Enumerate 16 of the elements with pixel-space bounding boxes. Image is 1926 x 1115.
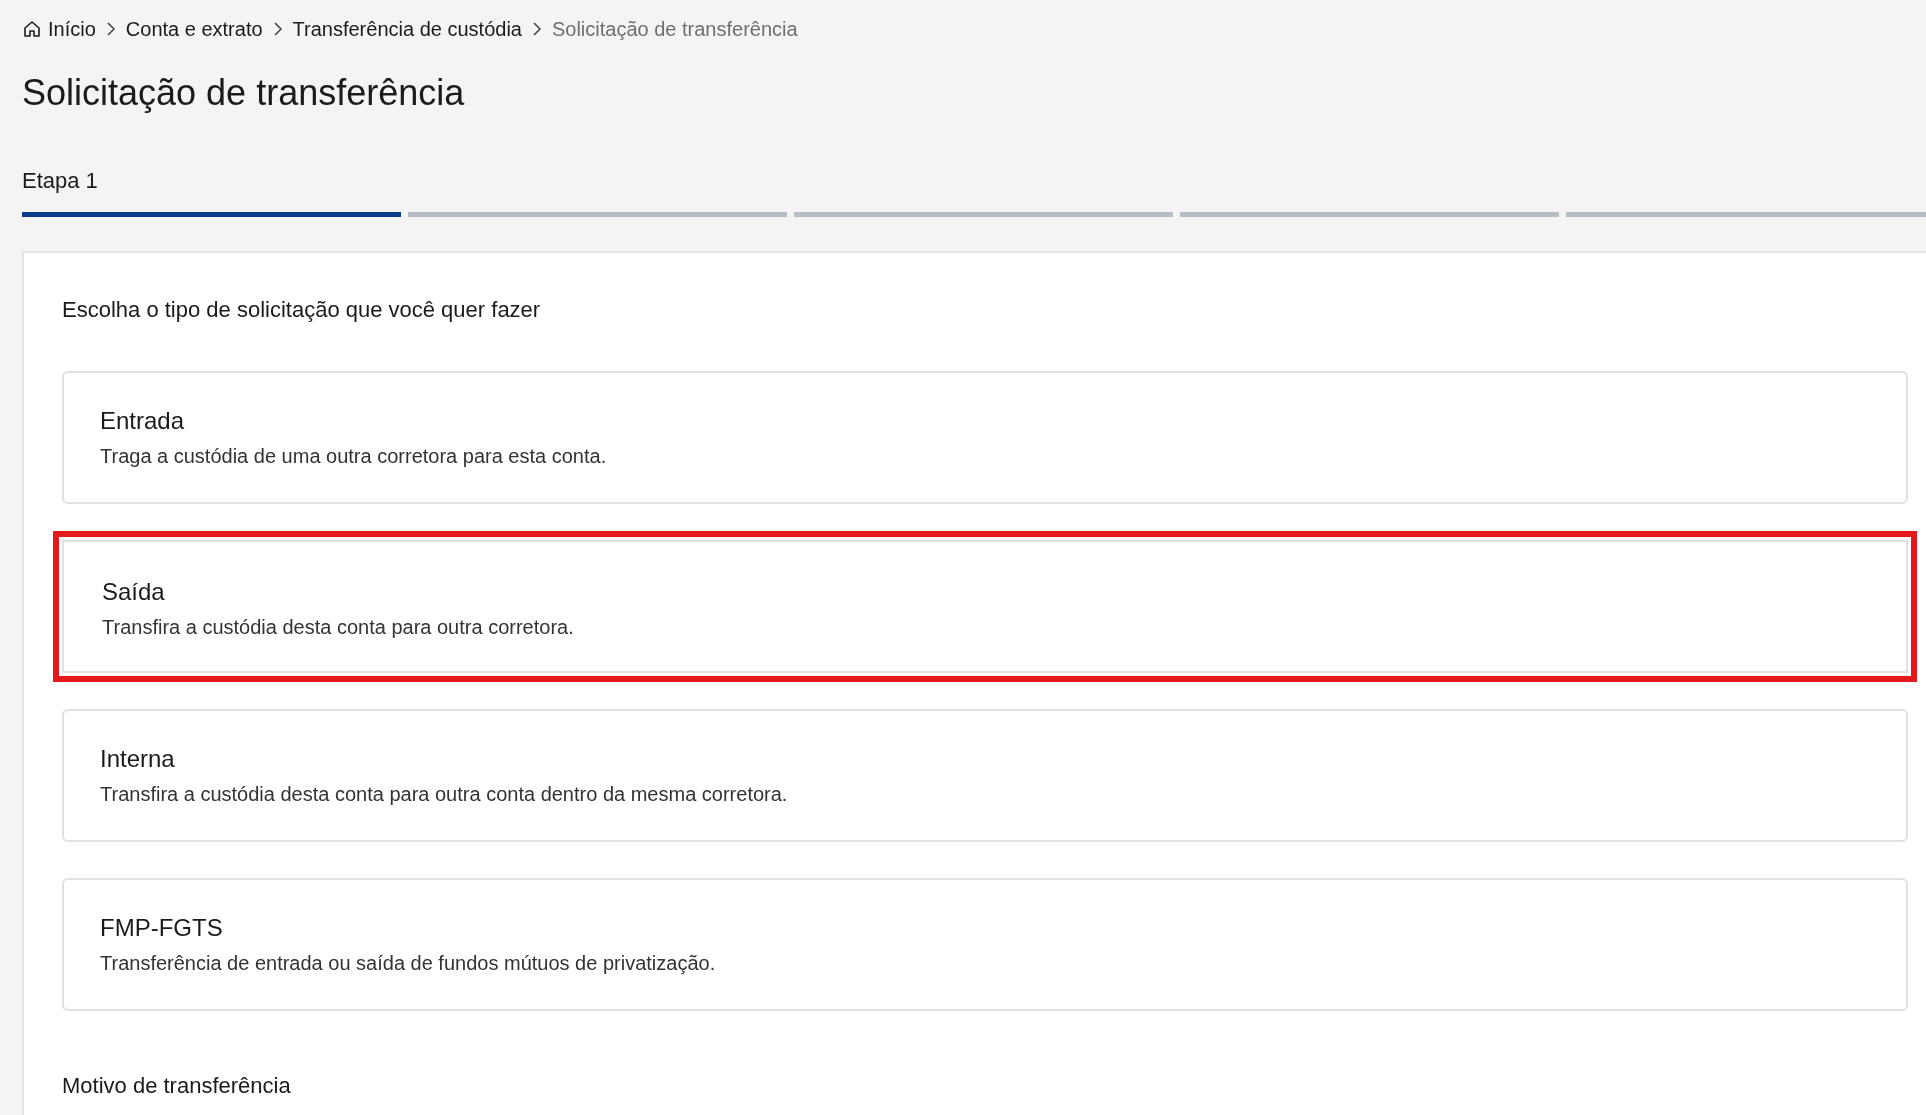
chevron-icon: [531, 22, 542, 36]
option-card[interactable]: Interna Transfira a custódia desta conta para outra conta dentro da mesma corretora.: [62, 709, 1908, 842]
step-label: Etapa 1: [22, 168, 98, 194]
home-icon: [22, 19, 42, 39]
breadcrumb-link[interactable]: Solicitação de transferência: [551, 17, 798, 41]
option-card[interactable]: FMP-FGTS Transferência de entrada ou saída de fundos mútuos de privatização.: [62, 878, 1908, 1011]
chevron-icon: [105, 22, 116, 36]
breadcrumb-link[interactable]: Início: [22, 17, 96, 41]
breadcrumb-link[interactable]: Conta e extrato: [125, 17, 263, 41]
question-text: Escolha o tipo de solicitação que você quer fazer: [62, 297, 542, 323]
breadcrumb-link[interactable]: Transferência de custódia: [292, 17, 522, 41]
option-card[interactable]: Saída Transfira a custódia desta conta para outra corretora.: [53, 531, 1917, 682]
option-card[interactable]: Entrada Traga a custódia de uma outra corretora para esta conta.: [62, 371, 1908, 504]
chevron-icon: [272, 22, 283, 36]
page-title: Solicitação de transferência: [21, 71, 466, 115]
section-heading: Motivo de transferência: [62, 1073, 291, 1099]
